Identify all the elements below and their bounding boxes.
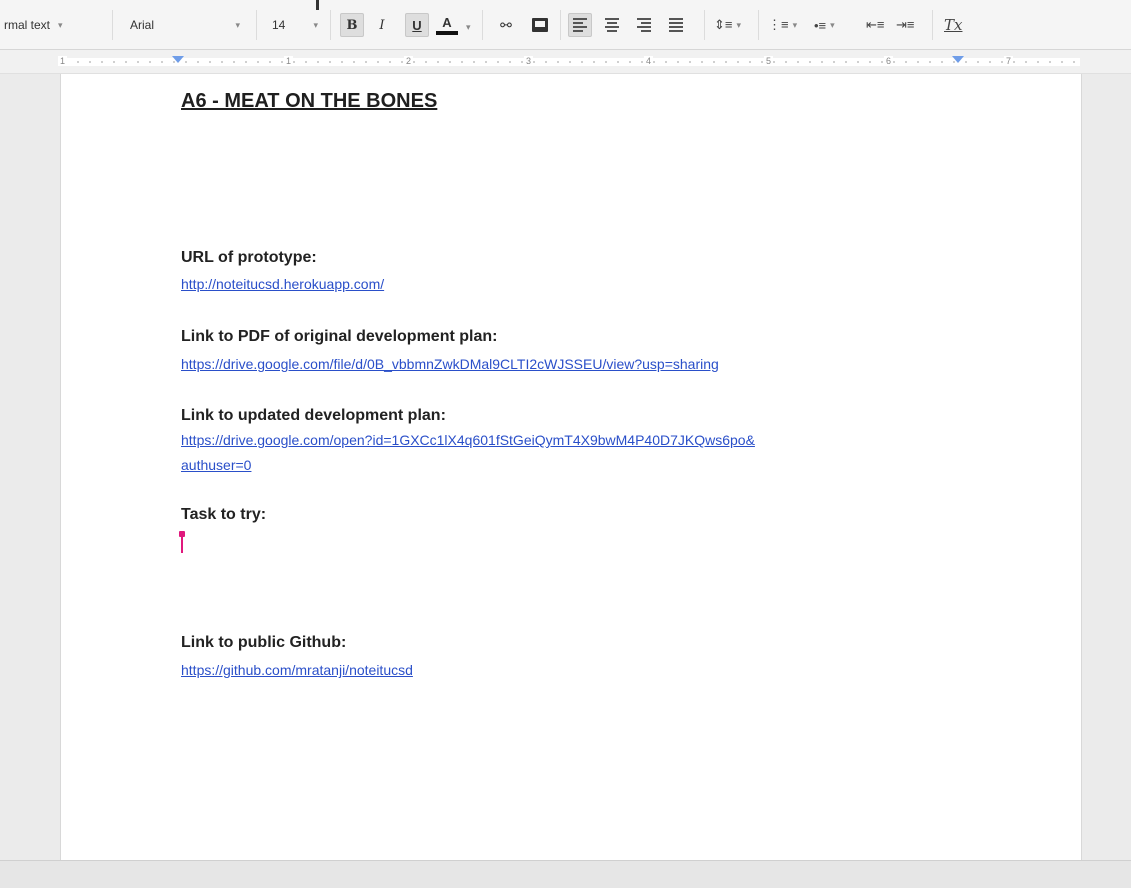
bottom-bar <box>0 860 1131 888</box>
left-indent-marker[interactable] <box>172 56 184 63</box>
toolbar-divider <box>758 10 759 40</box>
align-right-icon[interactable] <box>632 13 656 37</box>
text-cursor <box>179 531 185 553</box>
numbered-list-icon[interactable]: ⋮≡ ▾ <box>768 13 797 37</box>
line-spacing-icon[interactable]: ⇕≡ ▾ <box>714 13 741 37</box>
task-label: Task to try: <box>181 506 267 523</box>
font-family-label: Arial <box>130 18 155 32</box>
clear-formatting-icon[interactable]: Tx <box>944 13 962 37</box>
ruler-number: 5 <box>764 56 774 66</box>
bulleted-list-icon[interactable]: •≡ ▾ <box>814 13 835 37</box>
document-title: A6 - MEAT ON THE BONES <box>181 90 438 112</box>
toolbar-divider <box>932 10 933 40</box>
decrease-indent-icon[interactable]: ⇤≡ <box>866 13 884 37</box>
toolbar-divider <box>560 10 561 40</box>
github-label: Link to public Github: <box>181 634 347 651</box>
align-left-icon[interactable] <box>568 13 592 37</box>
ruler-number: 1 <box>58 56 68 66</box>
updated-plan-link[interactable]: https://drive.google.com/open?id=1GXCc1l… <box>181 430 755 450</box>
prototype-url-link[interactable]: http://noteitucsd.herokuapp.com/ <box>181 274 384 294</box>
text-color-swatch <box>436 31 458 35</box>
chevron-down-icon: ▾ <box>313 19 318 30</box>
ruler-number: 2 <box>404 56 414 66</box>
font-size-dropdown[interactable]: 14 ▾ <box>272 0 318 50</box>
paragraph-style-label: rmal text <box>4 18 51 32</box>
increase-indent-icon[interactable]: ⇥≡ <box>896 13 914 37</box>
ruler-ticks <box>60 61 1080 63</box>
github-link[interactable]: https://github.com/mratanji/noteitucsd <box>181 660 413 680</box>
chevron-down-icon: ▾ <box>792 19 798 30</box>
ruler-number: 6 <box>884 56 894 66</box>
document-canvas: A6 - MEAT ON THE BONES URL of prototype:… <box>0 74 1131 860</box>
underline-button[interactable]: U <box>405 13 429 37</box>
original-plan-link[interactable]: https://drive.google.com/file/d/0B_vbbmn… <box>181 354 719 374</box>
chevron-down-icon: ▾ <box>830 19 835 30</box>
original-plan-label: Link to PDF of original development plan… <box>181 328 498 345</box>
ruler-number: 3 <box>524 56 534 66</box>
toolbar-divider <box>704 10 705 40</box>
right-indent-marker[interactable] <box>952 56 964 63</box>
ruler-number: 1 <box>284 56 294 66</box>
alignment-group <box>566 11 694 39</box>
italic-button[interactable]: I <box>370 13 394 37</box>
chevron-down-icon[interactable]: ▾ <box>466 22 471 33</box>
link-icon[interactable]: ⚯ <box>494 13 518 37</box>
font-family-dropdown[interactable]: Arial ▾ <box>130 0 240 50</box>
prototype-url-label: URL of prototype: <box>181 249 317 266</box>
align-center-icon[interactable] <box>600 13 624 37</box>
toolbar-divider <box>482 10 483 40</box>
ruler-number: 7 <box>1004 56 1014 66</box>
toolbar-divider <box>256 10 257 40</box>
formatting-toolbar: rmal text ▾ Arial ▾ 14 ▾ B I U A ▾ ⚯ ⇕≡ … <box>0 0 1131 50</box>
ruler: 1 1 2 3 4 5 6 7 <box>0 50 1131 74</box>
text-color-label: A <box>442 15 452 30</box>
ruler-number: 4 <box>644 56 654 66</box>
chevron-down-icon: ▾ <box>736 19 742 30</box>
updated-plan-label: Link to updated development plan: <box>181 407 446 424</box>
updated-plan-link-continued[interactable]: authuser=0 <box>181 455 251 475</box>
chevron-down-icon: ▾ <box>58 19 63 30</box>
bold-button[interactable]: B <box>340 13 364 37</box>
align-justify-icon[interactable] <box>664 13 688 37</box>
document-page[interactable]: A6 - MEAT ON THE BONES URL of prototype:… <box>60 74 1082 860</box>
comment-icon[interactable] <box>528 13 552 37</box>
toolbar-divider <box>330 10 331 40</box>
text-color-button[interactable]: A <box>432 13 462 37</box>
font-size-label: 14 <box>272 18 286 32</box>
chevron-down-icon: ▾ <box>235 19 240 30</box>
toolbar-divider <box>112 10 113 40</box>
paragraph-style-dropdown[interactable]: rmal text ▾ <box>4 0 63 50</box>
